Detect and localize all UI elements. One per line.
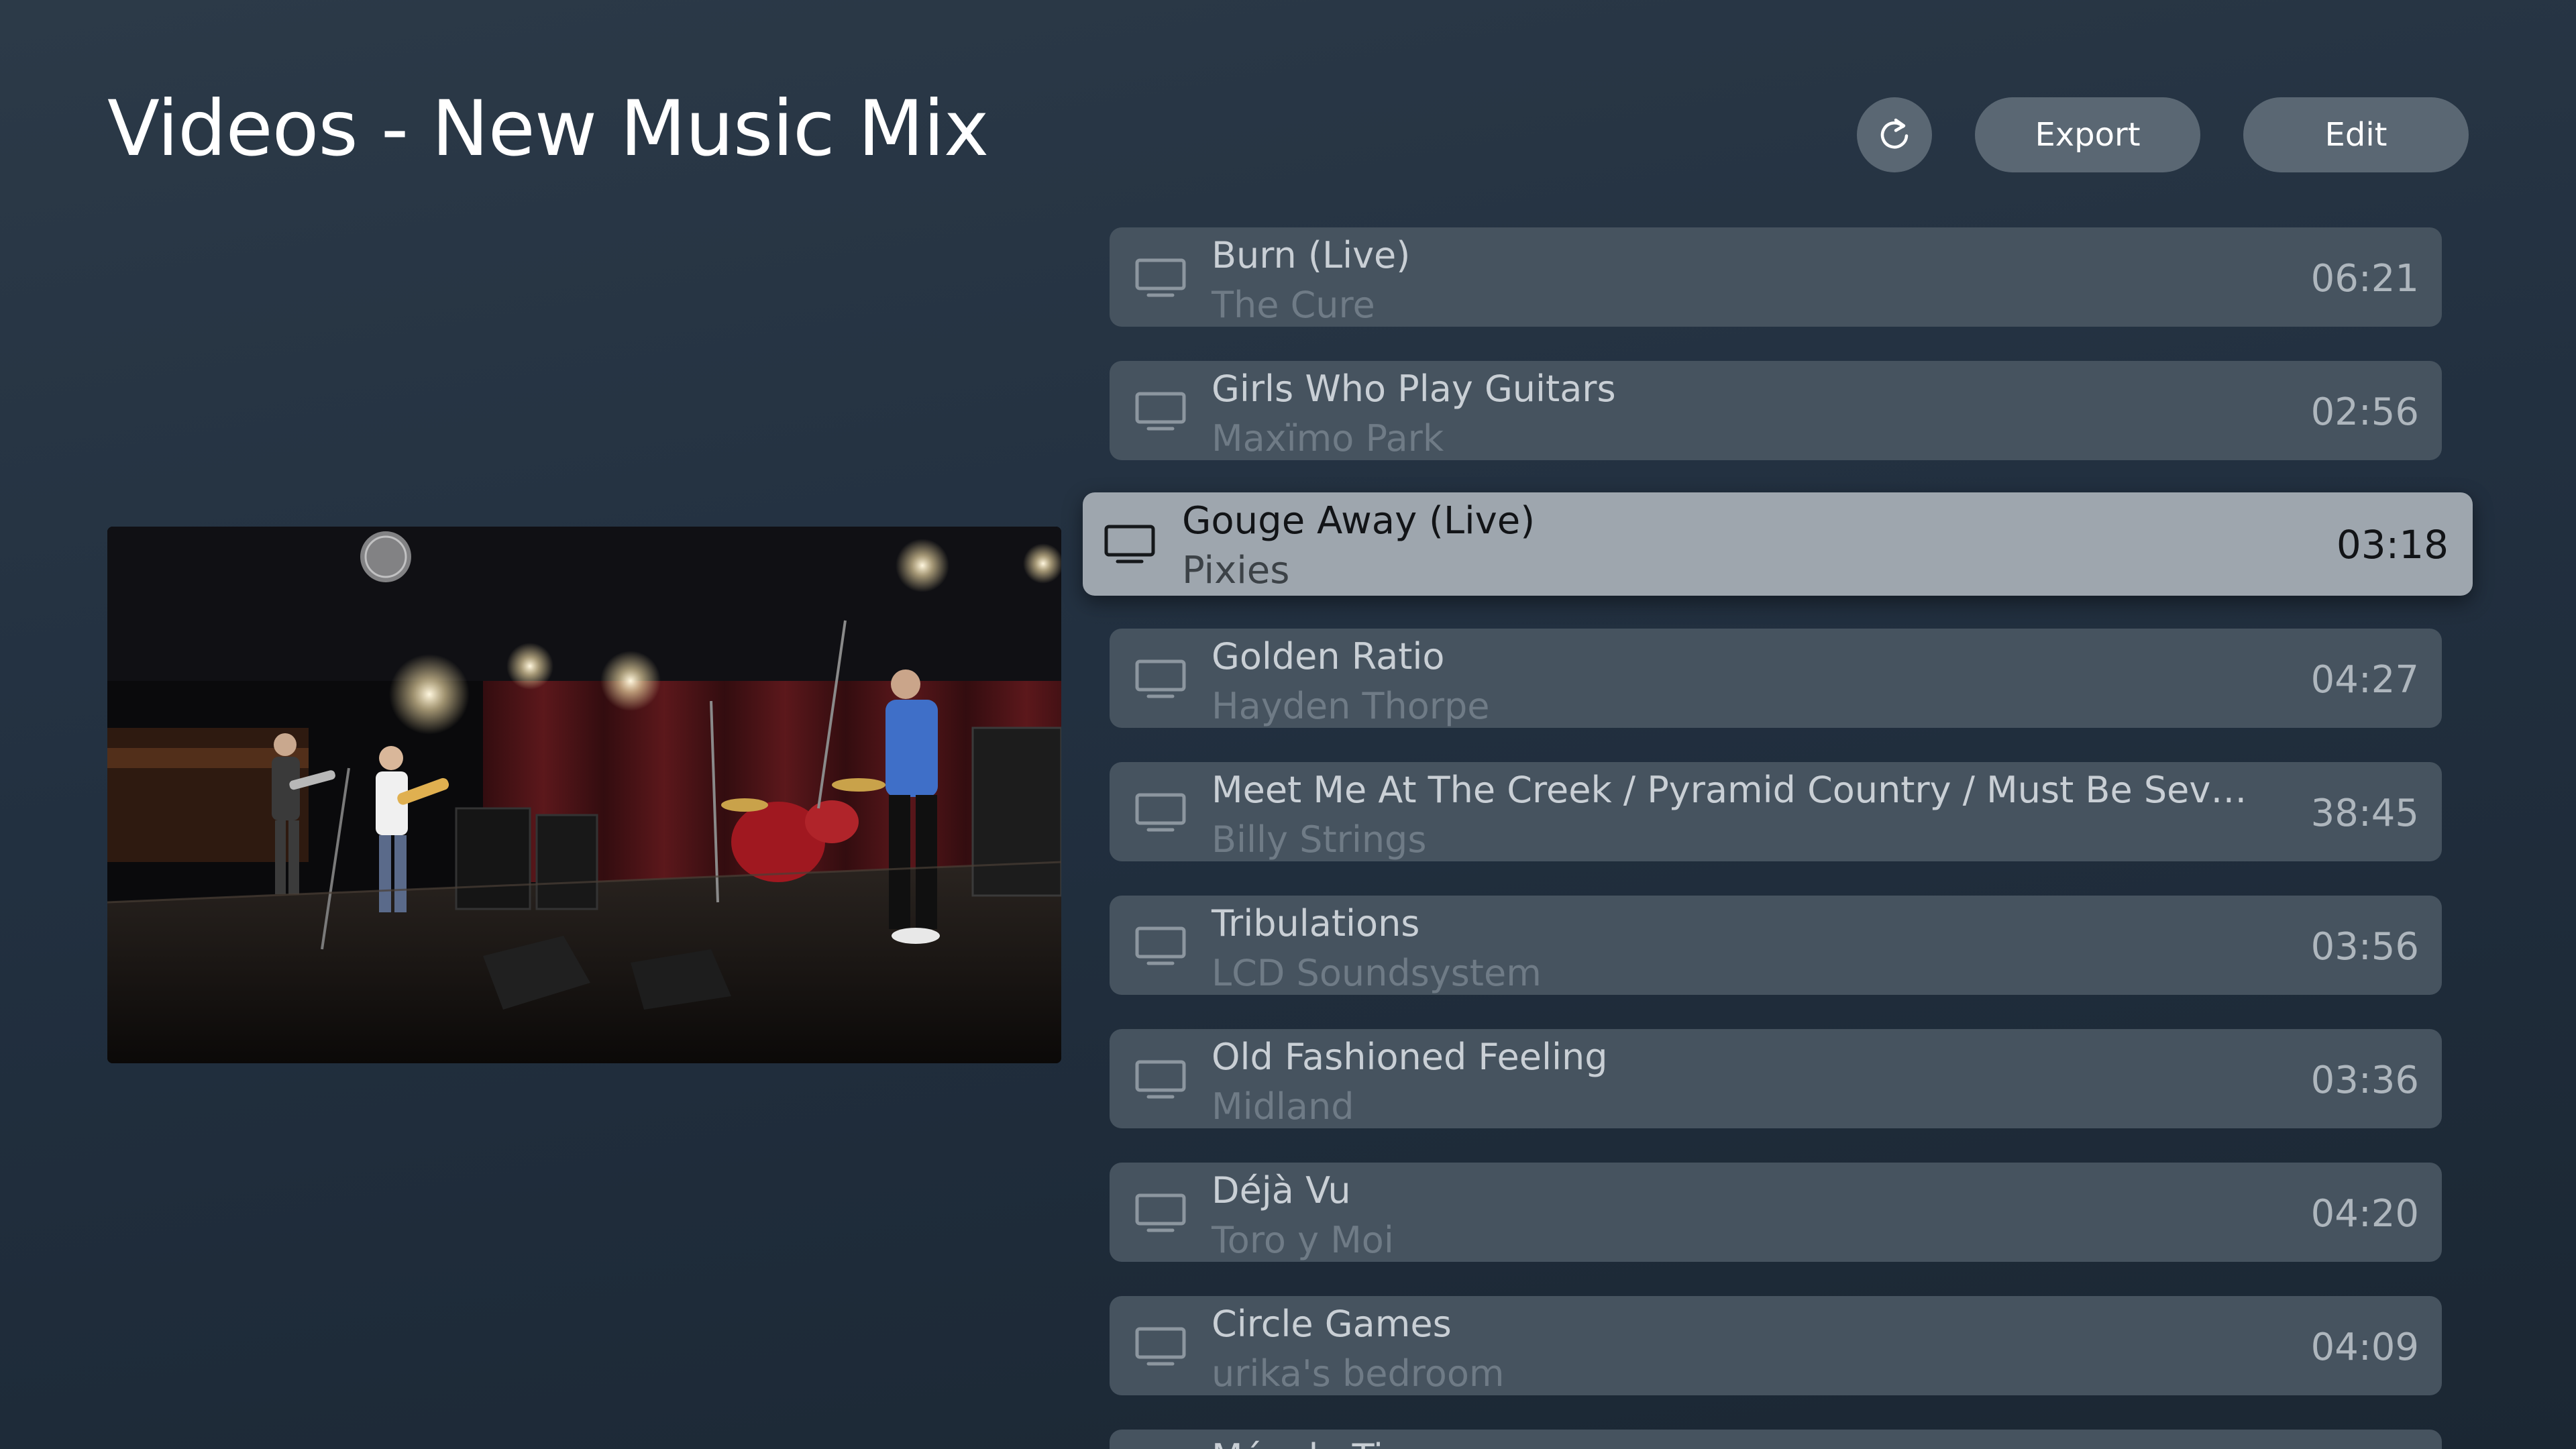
video-title: Burn (Live): [1212, 234, 1411, 276]
video-title: Meet Me At The Creek / Pyramid Country /…: [1212, 769, 2247, 811]
video-artist: The Cure: [1212, 284, 1375, 326]
video-title: Old Fashioned Feeling: [1212, 1036, 1608, 1078]
video-duration: 06:21: [2310, 257, 2419, 301]
video-artist: LCD Soundsystem: [1212, 952, 1542, 994]
page-title: Videos - New Music Mix: [107, 84, 989, 173]
tv-icon: [1135, 1327, 1186, 1366]
video-title: Más de Ti: [1212, 1436, 1383, 1449]
video-preview: [107, 527, 1061, 1063]
tv-icon: [1135, 659, 1186, 698]
video-artist: Billy Strings: [1212, 818, 1427, 861]
tv-icon: [1135, 392, 1186, 431]
tv-icon: [1135, 926, 1186, 965]
video-duration: 03:36: [2310, 1059, 2419, 1102]
video-duration: 02:56: [2310, 390, 2419, 434]
tv-icon: [1104, 525, 1155, 564]
video-row[interactable]: Girls Who Play Guitars Maxïmo Park 02:56: [1110, 361, 2442, 460]
edit-button[interactable]: Edit: [2243, 97, 2469, 172]
tv-icon: [1135, 258, 1186, 297]
video-row[interactable]: Burn (Live) The Cure 06:21: [1110, 227, 2442, 327]
video-duration: 04:27: [2310, 658, 2419, 702]
concert-stage-image: [107, 527, 1061, 1063]
video-row-focused[interactable]: Gouge Away (Live) Pixies 03:18: [1083, 492, 2473, 596]
video-title: Gouge Away (Live): [1182, 499, 1536, 543]
video-artist: Toro y Moi: [1212, 1219, 1394, 1261]
video-row[interactable]: Circle Games urika's bedroom 04:09: [1110, 1296, 2442, 1395]
video-artist: Pixies: [1182, 549, 1290, 592]
video-artist: Midland: [1212, 1085, 1354, 1128]
video-title: Circle Games: [1212, 1303, 1452, 1345]
export-button[interactable]: Export: [1975, 97, 2200, 172]
video-artist: Hayden Thorpe: [1212, 685, 1490, 727]
tv-icon: [1135, 1060, 1186, 1099]
video-duration: 38:45: [2310, 792, 2419, 835]
video-title: Tribulations: [1212, 902, 1420, 945]
video-row[interactable]: Golden Ratio Hayden Thorpe 04:27: [1110, 629, 2442, 728]
refresh-button[interactable]: [1857, 97, 1932, 172]
video-row[interactable]: Meet Me At The Creek / Pyramid Country /…: [1110, 762, 2442, 861]
tv-icon: [1135, 793, 1186, 832]
tv-icon: [1135, 1193, 1186, 1232]
video-title: Girls Who Play Guitars: [1212, 368, 1616, 410]
video-row[interactable]: Déjà Vu Toro y Moi 04:20: [1110, 1163, 2442, 1262]
video-artist: Maxïmo Park: [1212, 417, 1444, 460]
video-title: Golden Ratio: [1212, 635, 1445, 678]
video-duration: 04:20: [2310, 1192, 2419, 1236]
video-duration: 04:09: [2310, 1326, 2419, 1369]
refresh-icon: [1880, 118, 1909, 149]
video-title: Déjà Vu: [1212, 1169, 1351, 1212]
video-duration: 03:56: [2310, 925, 2419, 969]
video-row[interactable]: Más de Ti: [1110, 1430, 2442, 1449]
video-row[interactable]: Old Fashioned Feeling Midland 03:36: [1110, 1029, 2442, 1128]
video-artist: urika's bedroom: [1212, 1352, 1505, 1395]
video-duration: 03:18: [2336, 522, 2449, 568]
video-row[interactable]: Tribulations LCD Soundsystem 03:56: [1110, 896, 2442, 995]
